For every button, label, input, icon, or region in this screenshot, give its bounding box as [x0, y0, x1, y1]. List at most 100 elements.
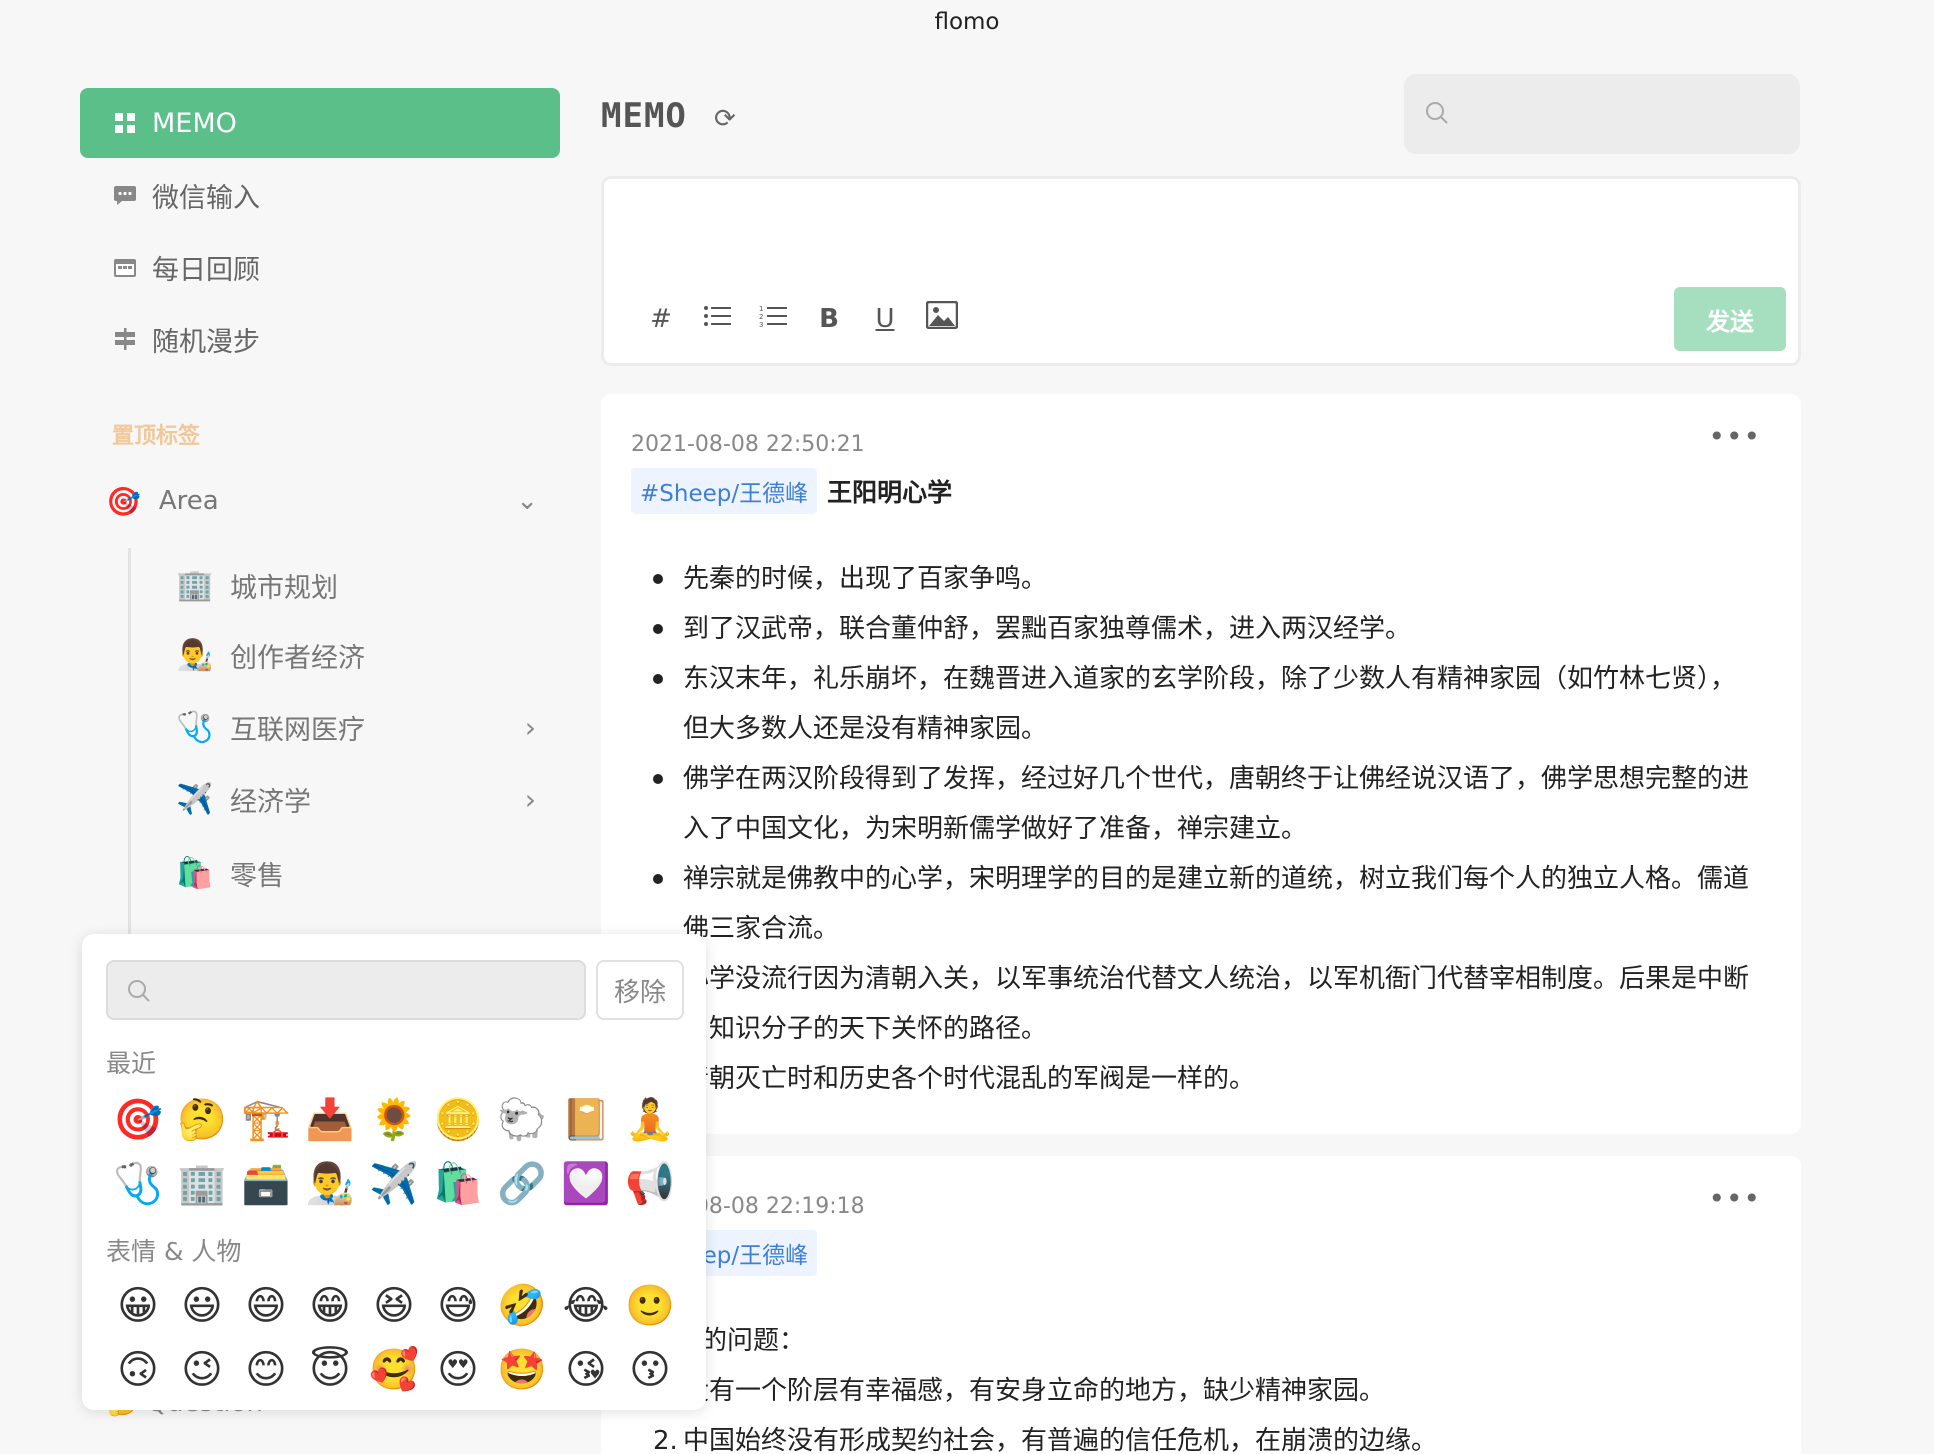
- emoji-option[interactable]: 🐑: [490, 1094, 554, 1146]
- emoji-option[interactable]: 🙂: [618, 1280, 682, 1332]
- emoji-option[interactable]: 🧘: [618, 1094, 682, 1146]
- numbered-list-icon[interactable]: 123: [758, 304, 788, 334]
- more-options-icon[interactable]: •••: [1708, 1182, 1761, 1215]
- emoji-option[interactable]: 👨‍🎨: [298, 1158, 362, 1210]
- tag-creator-economy[interactable]: 👨‍🎨 创作者经济: [176, 622, 560, 688]
- emoji-option[interactable]: 🥰: [362, 1344, 426, 1396]
- memo-bullet-list: 先秦的时候，出现了百家争鸣。 到了汉武帝，联合董仲舒，罢黜百家独尊儒术，进入两汉…: [649, 554, 1749, 1104]
- list-item: 东汉末年，礼乐崩坏，在魏晋进入道家的玄学阶段，除了少数人有精神家园（如竹林七贤）…: [649, 654, 1749, 754]
- emoji-option[interactable]: 🤔: [170, 1094, 234, 1146]
- tag-internet-medical[interactable]: 🩺 互联网医疗 ›: [176, 694, 560, 760]
- chevron-right-icon[interactable]: ›: [525, 783, 536, 816]
- list-item: 先秦的时候，出现了百家争鸣。: [649, 554, 1749, 604]
- chevron-down-icon[interactable]: ⌄: [516, 486, 538, 516]
- hashtag-icon[interactable]: #: [646, 304, 676, 334]
- emoji-option[interactable]: 😇: [298, 1344, 362, 1396]
- emoji-option[interactable]: 🎯: [106, 1094, 170, 1146]
- nav-label: 随机漫步: [152, 326, 260, 358]
- emoji-option[interactable]: 🏢: [170, 1158, 234, 1210]
- tag-label: Area: [158, 486, 219, 516]
- search-input[interactable]: [1404, 74, 1800, 154]
- list-item-text: 没有一个阶层有幸福感，有安身立命的地方，缺少精神家园。: [683, 1376, 1386, 1406]
- emoji-option[interactable]: 📔: [554, 1094, 618, 1146]
- list-item: 清朝灭亡时和历史各个时代混乱的军阀是一样的。: [649, 1054, 1749, 1104]
- emoji-option[interactable]: 🩺: [106, 1158, 170, 1210]
- tag-city-planning[interactable]: 🏢 城市规划: [176, 552, 560, 618]
- emoji-option[interactable]: 🤩: [490, 1344, 554, 1396]
- editor-toolbar: # 123 B U: [646, 300, 959, 336]
- emoji-option[interactable]: 😉: [170, 1344, 234, 1396]
- recent-section-label: 最近: [106, 1049, 157, 1078]
- signpost-icon: [112, 326, 138, 352]
- emoji-option[interactable]: 🙃: [106, 1344, 170, 1396]
- nav-label: MEMO: [152, 107, 237, 139]
- emoji-option[interactable]: 📥: [298, 1094, 362, 1146]
- send-button[interactable]: 发送: [1674, 287, 1786, 351]
- search-icon: [126, 978, 152, 1008]
- nav-item-daily-review[interactable]: 每日回顾: [80, 232, 560, 302]
- emoji-search-input[interactable]: [106, 960, 586, 1020]
- grid-icon: [112, 110, 138, 136]
- remove-emoji-button[interactable]: 移除: [596, 960, 684, 1020]
- memo-timestamp: 2021-08-08 22:50:21: [631, 432, 865, 457]
- emoji-picker: 移除 最近 🎯 🤔 🏗️ 📥 🌻 🪙 🐑 📔 🧘 🩺 🏢 🗃️ 👨‍🎨 ✈️ 🛍️ 🔗 💟 📢 表情 & 人物 😀…: [82, 934, 706, 1410]
- memo-tag-row: #Sheep/王德峰 王阳明心学: [631, 468, 952, 514]
- emoji-option[interactable]: 🏗️: [234, 1094, 298, 1146]
- tag-label: 经济学: [230, 786, 311, 818]
- list-item: 佛学在两汉阶段得到了发挥，经过好几个世代，唐朝终于让佛经说汉语了，佛学思想完整的…: [649, 754, 1749, 854]
- emoji-option[interactable]: 😀: [106, 1280, 170, 1332]
- emoji-option[interactable]: 😂: [554, 1280, 618, 1332]
- list-item: 禅宗就是佛教中的心学，宋明理学的目的是建立新的道统，树立我们每个人的独立人格。儒…: [649, 854, 1749, 954]
- emoji-option[interactable]: 😊: [234, 1344, 298, 1396]
- artist-icon: 👨‍🎨: [176, 637, 214, 673]
- bold-icon[interactable]: B: [814, 304, 844, 334]
- memo-card: 2021-08-08 22:50:21 ••• #Sheep/王德峰 王阳明心学…: [601, 394, 1801, 1134]
- list-item: 2. 中国始终没有形成契约社会，有普遍的信任危机，在崩溃的边缘。: [653, 1426, 1438, 1454]
- emoji-option[interactable]: 😗: [618, 1344, 682, 1396]
- bullet-list-icon[interactable]: [702, 304, 732, 334]
- emoji-option[interactable]: ✈️: [362, 1158, 426, 1210]
- emoji-option[interactable]: 😅: [426, 1280, 490, 1332]
- list-item: 心学没流行因为清朝入关，以军事统治代替文人统治，以军机衙门代替宰相制度。后果是中…: [649, 954, 1749, 1054]
- emoji-option[interactable]: 🤣: [490, 1280, 554, 1332]
- tag-retail[interactable]: 🛍️ 零售: [176, 840, 560, 906]
- emoji-option[interactable]: 😃: [170, 1280, 234, 1332]
- emoji-option[interactable]: 🪙: [426, 1094, 490, 1146]
- image-icon[interactable]: [925, 300, 959, 336]
- nav-item-wechat[interactable]: 微信输入: [80, 160, 560, 230]
- emoji-option[interactable]: 📢: [618, 1158, 682, 1210]
- memo-editor[interactable]: # 123 B U 发送: [601, 176, 1801, 366]
- people-emoji-grid: 😀 😃 😄 😁 😆 😅 🤣 😂 🙂 🙃 😉 😊 😇 🥰 😍 🤩 😘 😗: [106, 1280, 686, 1396]
- emoji-option[interactable]: 😆: [362, 1280, 426, 1332]
- emoji-option[interactable]: 🔗: [490, 1158, 554, 1210]
- more-options-icon[interactable]: •••: [1708, 420, 1761, 453]
- memo-tag[interactable]: #Sheep/王德峰: [631, 468, 818, 514]
- underline-icon[interactable]: U: [870, 304, 900, 334]
- tag-label: 互联网医疗: [230, 714, 365, 746]
- target-icon: 🎯: [106, 484, 141, 518]
- people-section-label: 表情 & 人物: [106, 1237, 242, 1266]
- tag-area[interactable]: 🎯 Area ⌄: [80, 468, 560, 534]
- list-item: 1.没有一个阶层有幸福感，有安身立命的地方，缺少精神家园。: [649, 1366, 1749, 1416]
- office-building-icon: 🏢: [176, 567, 214, 603]
- memo-card: 2021-08-08 22:19:18 ••• #Sheep/王德峰 中国的问题…: [601, 1156, 1801, 1454]
- nav-item-memo[interactable]: MEMO: [80, 88, 560, 158]
- chevron-right-icon[interactable]: ›: [525, 711, 536, 744]
- refresh-icon[interactable]: ⟳: [714, 104, 736, 134]
- svg-text:1: 1: [759, 305, 763, 313]
- search-icon: [1424, 100, 1450, 130]
- emoji-option[interactable]: 😄: [234, 1280, 298, 1332]
- emoji-option[interactable]: 😍: [426, 1344, 490, 1396]
- emoji-option[interactable]: 🌻: [362, 1094, 426, 1146]
- nav-item-random-walk[interactable]: 随机漫步: [80, 304, 560, 374]
- emoji-option[interactable]: 🛍️: [426, 1158, 490, 1210]
- emoji-option[interactable]: 🗃️: [234, 1158, 298, 1210]
- calendar-icon: [112, 254, 138, 280]
- emoji-option[interactable]: 😁: [298, 1280, 362, 1332]
- stethoscope-icon: 🩺: [176, 709, 214, 745]
- emoji-option[interactable]: 😘: [554, 1344, 618, 1396]
- tag-economics[interactable]: ✈️ 经济学 ›: [176, 766, 560, 832]
- emoji-option[interactable]: 💟: [554, 1158, 618, 1210]
- page-title: MEMO: [601, 96, 687, 136]
- memo-numbered-list: 1.没有一个阶层有幸福感，有安身立命的地方，缺少精神家园。 2.中国始终没有形成…: [649, 1366, 1749, 1454]
